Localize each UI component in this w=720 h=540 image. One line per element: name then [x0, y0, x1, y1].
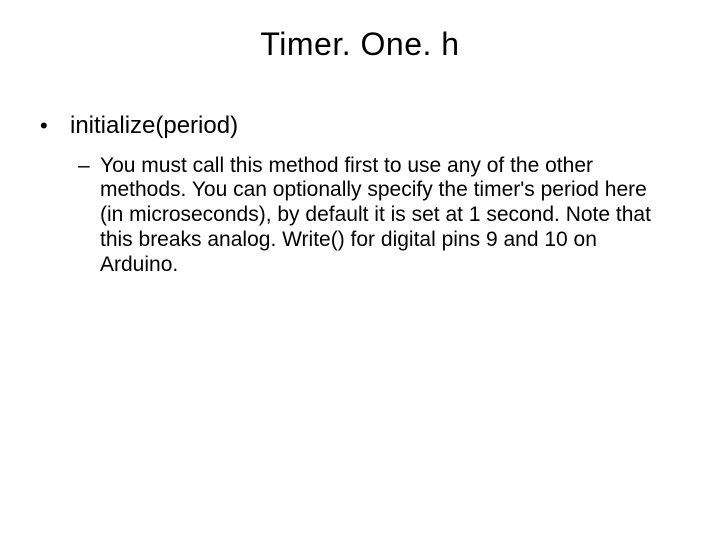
bullet-text: You must call this method first to use a… — [100, 154, 660, 278]
list-item: – You must call this method first to use… — [78, 154, 680, 278]
bullet-marker: – — [78, 154, 100, 179]
bullet-marker: • — [40, 112, 70, 137]
list-item: • initialize(period) — [40, 112, 680, 140]
slide-title: Timer. One. h — [0, 26, 720, 63]
slide: Timer. One. h • initialize(period) – You… — [0, 0, 720, 540]
bullet-text: initialize(period) — [70, 112, 680, 140]
slide-body: • initialize(period) – You must call thi… — [40, 112, 680, 277]
